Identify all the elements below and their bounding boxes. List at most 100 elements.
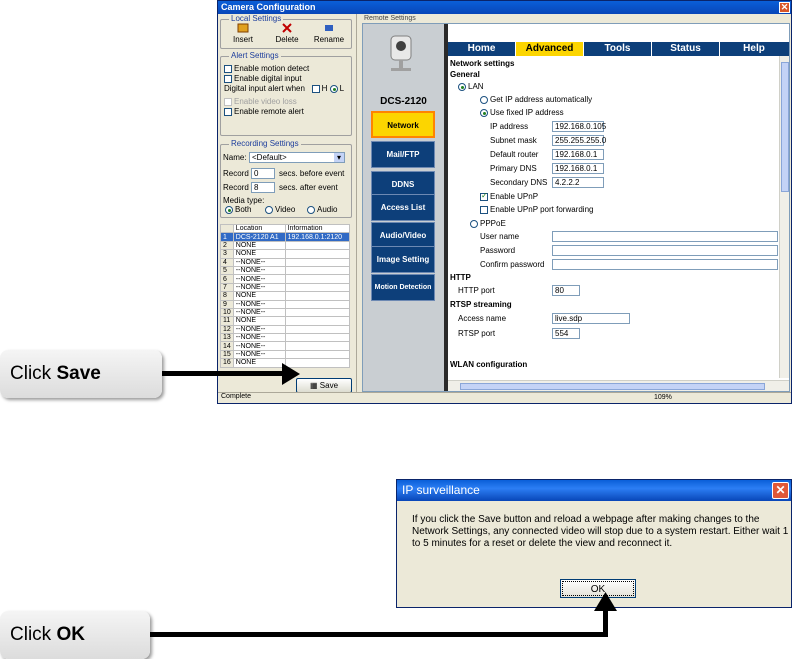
name-label: Name: [223, 153, 247, 162]
subnet-mask-input[interactable]: 255.255.255.0 [552, 135, 606, 146]
save-icon: ▦ [309, 381, 318, 390]
close-icon[interactable]: ✕ [772, 482, 789, 499]
table-row[interactable]: 12 --NONE-- [220, 324, 351, 335]
insert-button[interactable]: Insert [223, 23, 263, 44]
camera-model: DCS-2120 [380, 96, 427, 107]
password-input[interactable] [552, 245, 778, 256]
record-after-input[interactable]: 8 [251, 182, 275, 193]
rtsp-port-input[interactable]: 554 [552, 328, 580, 339]
group-title: Local Settings [229, 14, 284, 23]
record-before-suffix: secs. before event [279, 169, 345, 178]
username-input[interactable] [552, 231, 778, 242]
table-row[interactable]: 5 --NONE-- [220, 265, 351, 276]
tab-tools[interactable]: Tools [584, 42, 652, 56]
tab-help[interactable]: Help [720, 42, 788, 56]
record-before-input[interactable]: 0 [251, 168, 275, 179]
confirm-password-label: Confirm password [480, 260, 545, 269]
lan-radio[interactable]: LAN [458, 82, 484, 91]
table-row[interactable]: 8 NONE [220, 291, 351, 301]
name-select[interactable]: <Default> ▾ [249, 152, 345, 163]
network-settings-title: Network settings [450, 59, 515, 68]
primary-dns-input[interactable]: 192.168.0.1 [552, 163, 604, 174]
enable-digital-checkbox[interactable]: Enable digital input [224, 74, 302, 83]
nav-access-list[interactable]: Access List [371, 194, 435, 221]
table-row[interactable]: 14 --NONE-- [220, 341, 351, 351]
remote-settings-panel: DCS-2120 Network Mail/FTP DDNS Access Li… [362, 23, 790, 392]
enable-motion-checkbox[interactable]: Enable motion detect [224, 64, 309, 73]
pppoe-radio[interactable]: PPPoE [470, 219, 506, 228]
dns2-label: Secondary DNS [490, 178, 548, 187]
alert-settings-group: Alert Settings Enable motion detect Enab… [220, 51, 352, 136]
enable-remote-alert-checkbox[interactable]: Enable remote alert [224, 107, 304, 116]
callout-arrow-line [150, 632, 608, 637]
table-row[interactable]: 10 --NONE-- [220, 307, 351, 318]
window-title: Camera Configuration [221, 2, 316, 12]
ip-address-input[interactable]: 192.168.0.105 [552, 121, 606, 132]
save-button[interactable]: ▦ Save [296, 378, 352, 393]
tab-status[interactable]: Status [652, 42, 720, 56]
table-row[interactable]: 15 --NONE-- [220, 349, 351, 360]
enable-video-loss-checkbox[interactable]: Enable video loss [224, 97, 297, 106]
delete-icon [282, 23, 292, 33]
local-settings-group: Local Settings Insert Delete Rename [220, 14, 352, 49]
confirm-password-input[interactable] [552, 259, 778, 270]
tab-advanced[interactable]: Advanced [516, 42, 584, 56]
window-title-bar: Camera Configuration ✕ [218, 1, 791, 14]
media-both-radio[interactable]: Both [225, 205, 251, 214]
nav-audio-video[interactable]: Audio/Video [371, 222, 435, 249]
table-row[interactable]: 2 NONE [220, 240, 351, 251]
access-name-input[interactable]: live.sdp [552, 313, 630, 324]
media-video-radio[interactable]: Video [265, 205, 295, 214]
table-row[interactable]: 3 NONE [220, 249, 351, 259]
recording-settings-group: Recording Settings Name: <Default> ▾ Reco… [220, 139, 352, 218]
rename-button[interactable]: Rename [309, 23, 349, 44]
status-bar: Complete 109% [218, 392, 791, 403]
http-port-input[interactable]: 80 [552, 285, 580, 296]
nav-image-setting[interactable]: Image Setting [371, 246, 435, 273]
nav-motion-detection[interactable]: Motion Detection [371, 274, 435, 301]
table-row[interactable]: 9 --NONE-- [220, 299, 351, 309]
ip-label: IP address [490, 122, 529, 131]
dialog-title: IP surveillance [402, 483, 480, 497]
media-audio-radio[interactable]: Audio [307, 205, 337, 214]
media-type-label: Media type: [223, 196, 265, 205]
horizontal-scrollbar[interactable] [448, 380, 789, 391]
use-fixed-ip-radio[interactable]: Use fixed IP address [480, 108, 564, 117]
get-ip-auto-radio[interactable]: Get IP address automatically [480, 95, 592, 104]
delete-button[interactable]: Delete [267, 23, 307, 44]
callout-arrow-line [603, 610, 608, 637]
vertical-scrollbar[interactable] [779, 56, 789, 378]
table-row[interactable]: 13 --NONE-- [220, 333, 351, 343]
table-row[interactable]: 7 --NONE-- [220, 282, 351, 293]
general-heading: General [450, 70, 480, 79]
table-row[interactable]: 11 NONE [220, 316, 351, 326]
nav-mail-ftp[interactable]: Mail/FTP [371, 141, 435, 168]
secondary-dns-input[interactable]: 4.2.2.2 [552, 177, 604, 188]
digital-alert-row: Digital input alert when H L [224, 84, 345, 93]
arrow-up-icon [594, 592, 617, 611]
tab-home[interactable]: Home [448, 42, 516, 56]
callout-arrow-line [162, 371, 284, 376]
table-row[interactable]: 6 --NONE-- [220, 274, 351, 284]
enable-upnp-checkbox[interactable]: ✓ Enable UPnP [480, 191, 538, 201]
dialog-title-bar: IP surveillance ✕ [397, 480, 791, 501]
scroll-thumb[interactable] [781, 62, 789, 192]
enable-upnp-forwarding-checkbox[interactable]: Enable UPnP port forwarding [480, 205, 593, 214]
high-option[interactable] [311, 84, 320, 93]
panel-separator[interactable] [356, 14, 360, 392]
default-router-input[interactable]: 192.168.0.1 [552, 149, 604, 160]
dns1-label: Primary DNS [490, 164, 537, 173]
record-after-suffix: secs. after event [279, 183, 338, 192]
wlan-heading: WLAN configuration [450, 360, 528, 369]
table-row[interactable]: 1 DCS-2120 A1 192.168.0.1:2120 [220, 232, 351, 242]
http-port-label: HTTP port [458, 286, 495, 295]
table-row[interactable]: 4 --NONE-- [220, 257, 351, 267]
nav-network[interactable]: Network [371, 111, 435, 138]
network-settings-content: Home Advanced Tools Status Help Network … [448, 24, 789, 391]
low-option[interactable] [329, 84, 338, 93]
main-tabs: Home Advanced Tools Status Help [448, 42, 789, 56]
location-table: Location Information 1 DCS-2120 A1 192.168.… [220, 223, 351, 368]
scroll-thumb[interactable] [460, 383, 765, 390]
remote-nav: DCS-2120 Network Mail/FTP DDNS Access Li… [363, 24, 444, 391]
close-icon[interactable]: ✕ [779, 2, 790, 13]
